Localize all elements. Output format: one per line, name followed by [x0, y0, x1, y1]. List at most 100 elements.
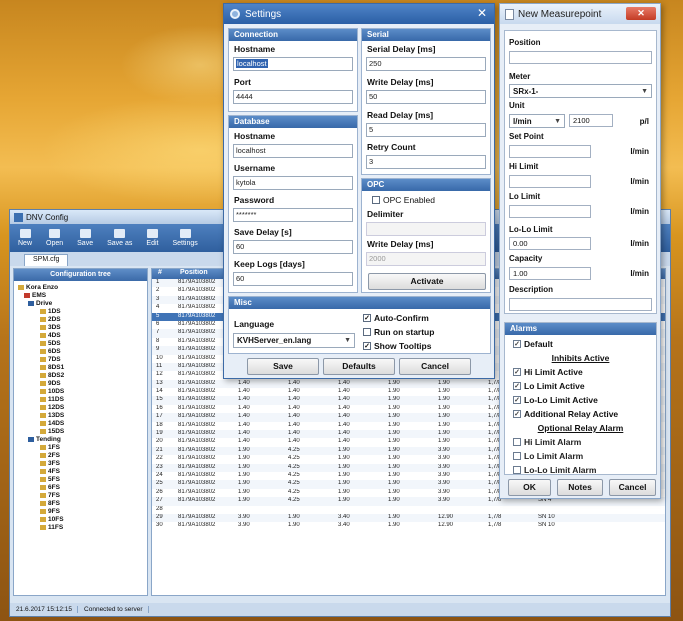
grid-header-position[interactable]: Position [174, 269, 208, 279]
username-input[interactable]: kytola [233, 176, 353, 190]
table-cell: 1.40 [238, 413, 250, 420]
tree-node[interactable]: 3DS [18, 323, 147, 331]
connection-hostname-input[interactable]: localhost [233, 57, 353, 71]
tree-node[interactable]: 11FS [18, 523, 147, 531]
ok-button[interactable]: OK [508, 479, 551, 496]
table-cell [284, 506, 334, 514]
hi-limit-input[interactable] [509, 175, 591, 188]
lolo-limit-alarm-checkbox[interactable]: Lo-Lo Limit Alarm [513, 465, 596, 475]
tree-node[interactable]: 5DS [18, 339, 147, 347]
lolo-limit-input[interactable]: 0.00 [509, 237, 591, 250]
toolbar-settings-button[interactable]: Settings [172, 229, 198, 247]
folder-icon [40, 420, 46, 426]
lo-limit-alarm-checkbox[interactable]: Lo Limit Alarm [513, 451, 583, 461]
tree-node[interactable]: 8DS2 [18, 371, 147, 379]
serial-delay-input[interactable]: 250 [366, 57, 486, 71]
table-cell: 22 [156, 455, 163, 462]
save-delay-input[interactable]: 60 [233, 240, 353, 254]
tree-node[interactable]: Drive [18, 299, 147, 307]
additional-relay-active-checkbox[interactable]: ✓ Additional Relay Active [513, 409, 618, 419]
table-row[interactable]: 28 [152, 506, 665, 514]
tree-node[interactable]: 3FS [18, 459, 147, 467]
lo-limit-active-checkbox[interactable]: ✓ Lo Limit Active [513, 381, 585, 391]
tree-node[interactable]: 6DS [18, 347, 147, 355]
table-cell: 13 [156, 379, 163, 386]
tree-node[interactable]: 11DS [18, 395, 147, 403]
cancel-button[interactable]: Cancel [399, 358, 471, 375]
activate-button[interactable]: Activate [368, 273, 486, 290]
capacity-input[interactable]: 1.00 [509, 267, 591, 280]
meter-select[interactable]: SRx-1- ▼ [509, 84, 652, 98]
tree-node[interactable]: 7DS [18, 355, 147, 363]
table-cell: 8179A103802 [178, 388, 216, 395]
defaults-button[interactable]: Defaults [323, 358, 395, 375]
unit-select[interactable]: l/min ▼ [509, 114, 565, 128]
description-input[interactable] [509, 298, 652, 311]
cancel-button[interactable]: Cancel [609, 479, 656, 496]
default-checkbox[interactable]: ✓ Default [513, 339, 553, 349]
notes-button[interactable]: Notes [557, 479, 603, 496]
show-tooltips-checkbox[interactable]: ✓ Show Tooltips [363, 341, 431, 351]
table-row[interactable]: 30 8179A103802 3.90 1.90 3.40 1.90 12.90 1,7/8 S… [152, 522, 665, 530]
keep-logs-input[interactable]: 60 [233, 272, 353, 286]
tab-spm-cfg[interactable]: SPM.cfg [24, 254, 69, 266]
tree-node[interactable]: 4DS [18, 331, 147, 339]
opc-enabled-checkbox[interactable]: OPC Enabled [372, 195, 435, 205]
lolo-limit-active-checkbox[interactable]: ✓ Lo-Lo Limit Active [513, 395, 598, 405]
table-cell: 4 [156, 304, 160, 311]
toolbar-edit-button[interactable]: Edit [146, 229, 158, 247]
language-select[interactable]: KVHServer_en.lang ▼ [233, 333, 355, 348]
tree-node[interactable]: 12DS [18, 403, 147, 411]
save-button[interactable]: Save [247, 358, 319, 375]
tree-node[interactable]: 5FS [18, 475, 147, 483]
tree-node[interactable]: 1DS [18, 307, 147, 315]
toolbar-open-button[interactable]: Open [46, 229, 63, 247]
grid-header-number[interactable]: # [152, 269, 174, 279]
tree-node[interactable]: 9DS [18, 379, 147, 387]
hi-limit-alarm-checkbox[interactable]: Hi Limit Alarm [513, 437, 581, 447]
delimiter-input[interactable] [366, 222, 486, 236]
delimiter-label: Delimiter [367, 209, 404, 219]
read-delay-input[interactable]: 5 [366, 123, 486, 137]
tree-node[interactable]: Tending [18, 435, 147, 443]
position-input[interactable] [509, 51, 652, 64]
port-input[interactable]: 4444 [233, 90, 353, 104]
close-icon[interactable]: ✕ [477, 6, 487, 20]
auto-confirm-checkbox[interactable]: ✓ Auto-Confirm [363, 313, 429, 323]
tree-node[interactable]: 14DS [18, 419, 147, 427]
serial-write-delay-input[interactable]: 50 [366, 90, 486, 104]
tree-node[interactable]: 2DS [18, 315, 147, 323]
opc-write-delay-input[interactable]: 2000 [366, 252, 486, 266]
tree-node[interactable]: 4FS [18, 467, 147, 475]
table-row[interactable]: 29 8179A103802 3.90 1.90 3.40 1.90 12.90 1,7/8 S… [152, 513, 665, 523]
tree-node[interactable]: 6FS [18, 483, 147, 491]
database-hostname-input[interactable]: localhost [233, 144, 353, 158]
table-cell: 8179A103802 [178, 421, 216, 428]
hi-limit-active-checkbox[interactable]: ✓ Hi Limit Active [513, 367, 583, 377]
password-input[interactable]: ******* [233, 208, 353, 222]
set-point-input[interactable] [509, 145, 591, 158]
tree-node[interactable]: EMS [18, 291, 147, 299]
tree-node[interactable]: 7FS [18, 491, 147, 499]
tree-node[interactable]: Kora Enzo [18, 283, 147, 291]
table-cell: 1.90 [388, 497, 400, 504]
tree-node[interactable]: 13DS [18, 411, 147, 419]
tree-node[interactable]: 9FS [18, 507, 147, 515]
tree-node[interactable]: 8FS [18, 499, 147, 507]
unit-amount-input[interactable]: 2100 [569, 114, 613, 127]
tree-node[interactable]: 1FS [18, 443, 147, 451]
tree-node[interactable]: 10DS [18, 387, 147, 395]
table-cell: 8179A103802 [178, 522, 216, 529]
toolbar-save-button[interactable]: Save [77, 229, 93, 247]
toolbar-save-as-button[interactable]: Save as [107, 229, 132, 247]
lo-limit-input[interactable] [509, 205, 591, 218]
toolbar-new-button[interactable]: New [18, 229, 32, 247]
retry-count-input[interactable]: 3 [366, 155, 486, 169]
tree-node[interactable]: 10FS [18, 515, 147, 523]
tree-node[interactable]: 2FS [18, 451, 147, 459]
settings-titlebar: Settings ✕ [224, 4, 494, 24]
tree-node[interactable]: 8DS1 [18, 363, 147, 371]
close-icon[interactable]: ✕ [626, 7, 656, 20]
run-on-startup-checkbox[interactable]: Run on startup [363, 327, 434, 337]
tree-node[interactable]: 15DS [18, 427, 147, 435]
